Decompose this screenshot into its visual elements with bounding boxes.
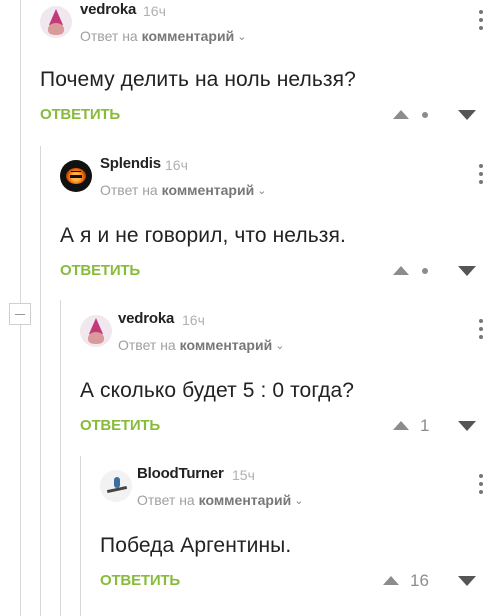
comment-header: vedroka 16ч Ответ на комментарий ⌄ [40,0,500,56]
reply-to-prefix: Ответ на [118,337,180,353]
upvote-icon[interactable] [393,266,409,275]
chevron-down-icon: ⌄ [237,31,247,43]
upvote-icon[interactable] [393,421,409,430]
comment-author[interactable]: Splendis [100,155,161,172]
downvote-icon[interactable] [458,576,476,586]
downvote-icon[interactable] [458,266,476,276]
downvote-icon[interactable] [458,110,476,120]
comment-age: 16ч [182,312,205,328]
upvote-icon[interactable] [383,576,399,585]
reply-to-prefix: Ответ на [80,28,142,44]
comment-text: Победа Аргентины. [100,534,292,557]
reply-to-target: комментарий [161,182,255,198]
comment-actions: ОТВЕТИТЬ [60,256,500,286]
chevron-down-icon: ⌄ [294,495,304,507]
chevron-down-icon: ⌄ [257,185,267,197]
comment-age: 16ч [143,3,166,19]
collapse-thread-button[interactable] [9,303,31,325]
more-menu-icon[interactable] [478,474,484,494]
reply-to-link[interactable]: Ответ на комментарий ⌄ [100,182,266,198]
comment-header: vedroka 16ч Ответ на комментарий ⌄ [80,309,500,365]
reply-to-link[interactable]: Ответ на комментарий ⌄ [80,28,246,44]
comment-header: Splendis 16ч Ответ на комментарий ⌄ [60,154,500,210]
comment-actions: ОТВЕТИТЬ 16 [100,566,500,596]
reply-to-prefix: Ответ на [137,492,199,508]
comment: Splendis 16ч Ответ на комментарий ⌄ А я и… [60,154,500,294]
chevron-down-icon: ⌄ [275,340,285,352]
upvote-icon[interactable] [393,110,409,119]
comment-author[interactable]: vedroka [118,310,174,327]
reply-button[interactable]: ОТВЕТИТЬ [80,417,160,434]
more-menu-icon[interactable] [478,10,484,30]
thread-line [40,146,41,616]
rider-avatar-icon[interactable] [100,470,132,502]
comment-header: BloodTurner 15ч Ответ на комментарий ⌄ [100,464,500,520]
reply-to-target: комментарий [198,492,292,508]
comment-actions: ОТВЕТИТЬ [40,100,500,130]
more-menu-icon[interactable] [478,164,484,184]
reply-to-target: комментарий [179,337,273,353]
more-menu-icon[interactable] [478,319,484,339]
comment-age: 16ч [165,157,188,173]
reply-to-target: комментарий [141,28,235,44]
reply-button[interactable]: ОТВЕТИТЬ [40,106,120,123]
comment-author[interactable]: vedroka [80,1,136,18]
comment-author[interactable]: BloodTurner [137,465,224,482]
thread-line [80,456,81,616]
rating-score: 1 [420,416,430,435]
rating-score: 16 [410,571,429,590]
thread-line [60,300,61,616]
minus-icon [15,313,25,315]
comment-actions: ОТВЕТИТЬ 1 [80,411,500,441]
comment: BloodTurner 15ч Ответ на комментарий ⌄ По… [100,464,500,604]
rating-dot-icon [422,112,428,118]
pumpkin-avatar-icon[interactable] [60,160,92,192]
comment-text: Почему делить на ноль нельзя? [40,68,356,91]
comment: vedroka 16ч Ответ на комментарий ⌄ А скол… [80,309,500,449]
troll-avatar-icon[interactable] [80,315,112,347]
rating-dot-icon [422,268,428,274]
downvote-icon[interactable] [458,421,476,431]
comment-text: А сколько будет 5 : 0 тогда? [80,379,355,402]
reply-to-link[interactable]: Ответ на комментарий ⌄ [137,492,303,508]
comment: vedroka 16ч Ответ на комментарий ⌄ Почему… [40,0,500,140]
reply-button[interactable]: ОТВЕТИТЬ [60,262,140,279]
comment-text: А я и не говорил, что нельзя. [60,224,346,247]
reply-to-link[interactable]: Ответ на комментарий ⌄ [118,337,284,353]
reply-to-prefix: Ответ на [100,182,162,198]
troll-avatar-icon[interactable] [40,6,72,38]
comment-age: 15ч [232,467,255,483]
reply-button[interactable]: ОТВЕТИТЬ [100,572,180,589]
